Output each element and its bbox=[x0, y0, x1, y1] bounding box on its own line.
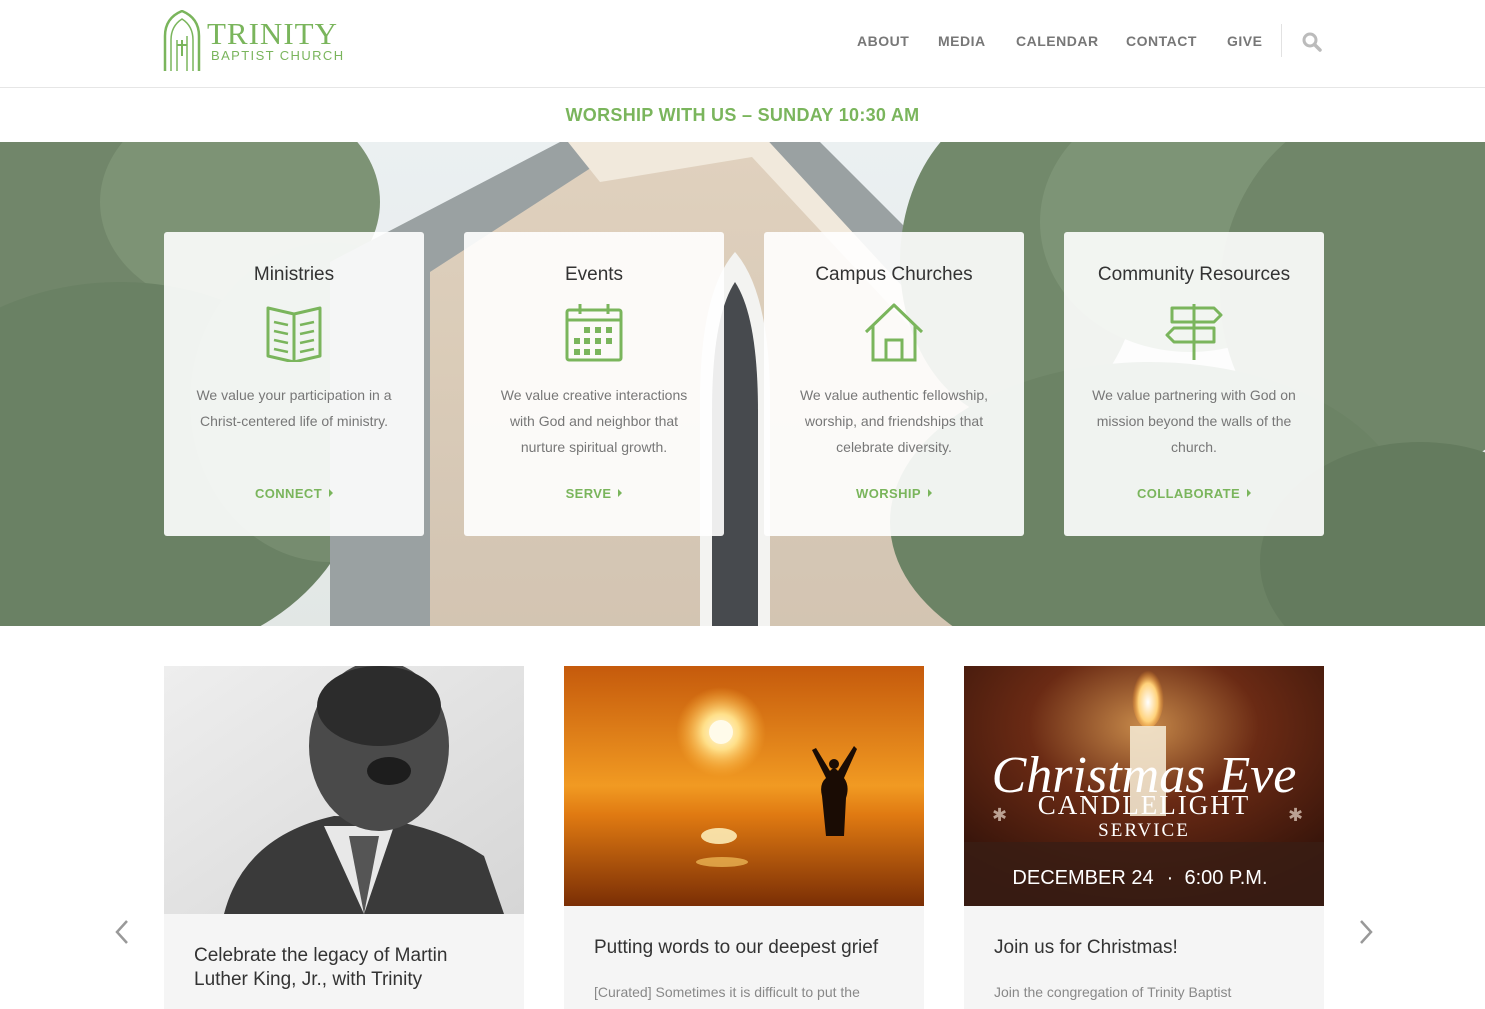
image-date-text: DECEMBER 24 bbox=[1012, 867, 1153, 889]
card-description: We value partnering with God on mission … bbox=[1092, 387, 1296, 455]
signpost-icon bbox=[1165, 304, 1223, 360]
card-link-label: CONNECT bbox=[254, 486, 323, 501]
connect-link[interactable]: CONNECT bbox=[164, 486, 424, 501]
card-events: Events We value creative interactions wi… bbox=[464, 232, 724, 536]
hero-section: Ministries We value your participation i… bbox=[0, 142, 1485, 626]
book-icon bbox=[266, 306, 322, 362]
post-card-christmas[interactable]: Christmas Eve CANDLELIGHT SERVICE DECEMB… bbox=[964, 666, 1324, 1009]
post-excerpt: [Curated] Sometimes it is difficult to p… bbox=[594, 984, 860, 1000]
nav-divider bbox=[1281, 24, 1282, 57]
serve-link[interactable]: SERVE bbox=[464, 486, 724, 501]
card-link-label: SERVE bbox=[565, 486, 612, 501]
image-dot: · bbox=[1167, 867, 1174, 889]
snowflake-icon: ✱ bbox=[992, 805, 1007, 825]
carousel-prev-icon[interactable] bbox=[112, 918, 132, 946]
card-link-label: WORSHIP bbox=[856, 486, 921, 501]
card-description: We value creative interactions with God … bbox=[500, 387, 688, 455]
post-excerpt: Join the congregation of Trinity Baptist bbox=[994, 984, 1232, 1000]
carousel-next-icon[interactable] bbox=[1356, 918, 1376, 946]
image-line2-text: SERVICE bbox=[1098, 820, 1190, 841]
caret-right-icon bbox=[1247, 489, 1252, 497]
calendar-icon bbox=[565, 304, 623, 362]
card-title: Campus Churches bbox=[815, 264, 973, 285]
worship-link[interactable]: WORSHIP bbox=[764, 486, 1024, 501]
card-description: We value your participation in a Christ-… bbox=[196, 387, 392, 429]
card-community-resources: Community Resources We value partnering … bbox=[1064, 232, 1324, 536]
site-header: TRINITY BAPTIST CHURCH ABOUT MEDIA CALEN… bbox=[0, 0, 1485, 88]
nav-about[interactable]: ABOUT bbox=[857, 33, 909, 49]
sunset-image bbox=[564, 666, 924, 906]
worship-banner: WORSHIP WITH US – SUNDAY 10:30 AM bbox=[0, 89, 1485, 142]
church-window-icon bbox=[163, 10, 201, 71]
post-title[interactable]: Celebrate the legacy of Martin Luther Ki… bbox=[194, 944, 494, 992]
nav-give[interactable]: GIVE bbox=[1227, 33, 1262, 49]
caret-right-icon bbox=[927, 489, 932, 497]
card-ministries: Ministries We value your participation i… bbox=[164, 232, 424, 536]
post-title[interactable]: Join us for Christmas! bbox=[994, 936, 1294, 960]
post-card-mlk[interactable]: Celebrate the legacy of Martin Luther Ki… bbox=[164, 666, 524, 1009]
card-title: Events bbox=[564, 264, 624, 285]
nav-calendar[interactable]: CALENDAR bbox=[1016, 33, 1099, 49]
card-title: Community Resources bbox=[1097, 264, 1291, 285]
card-link-label: COLLABORATE bbox=[1136, 486, 1241, 501]
image-line1-text: CANDLELIGHT bbox=[1038, 790, 1250, 820]
image-time-text: 6:00 P.M. bbox=[1184, 867, 1267, 889]
logo-title: TRINITY bbox=[207, 16, 338, 51]
post-card-grief[interactable]: Putting words to our deepest grief [Cura… bbox=[564, 666, 924, 1009]
house-icon bbox=[864, 303, 924, 362]
caret-right-icon bbox=[329, 489, 334, 497]
christmas-eve-image: Christmas Eve CANDLELIGHT SERVICE DECEMB… bbox=[964, 666, 1324, 906]
nav-contact[interactable]: CONTACT bbox=[1126, 33, 1197, 49]
search-icon[interactable] bbox=[1302, 32, 1322, 52]
site-logo[interactable]: TRINITY BAPTIST CHURCH bbox=[163, 10, 363, 74]
post-title[interactable]: Putting words to our deepest grief bbox=[594, 936, 894, 960]
nav-media[interactable]: MEDIA bbox=[938, 33, 986, 49]
snowflake-icon: ✱ bbox=[1288, 805, 1303, 825]
mlk-portrait-image bbox=[164, 666, 524, 914]
worship-banner-text: WORSHIP WITH US – SUNDAY 10:30 AM bbox=[565, 105, 920, 125]
collaborate-link[interactable]: COLLABORATE bbox=[1064, 486, 1324, 501]
card-campus-churches: Campus Churches We value authentic fello… bbox=[764, 232, 1024, 536]
card-description: We value authentic fellowship, worship, … bbox=[799, 387, 989, 455]
card-title: Ministries bbox=[253, 264, 335, 285]
logo-subtitle: BAPTIST CHURCH bbox=[211, 48, 345, 63]
caret-right-icon bbox=[618, 489, 623, 497]
